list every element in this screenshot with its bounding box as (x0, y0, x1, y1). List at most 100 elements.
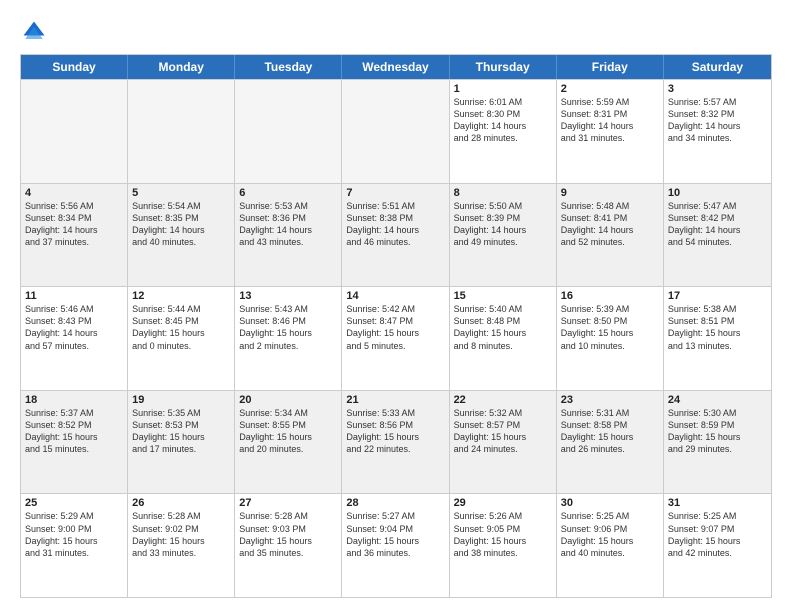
day-number: 22 (454, 394, 552, 406)
calendar-cell-11: 11Sunrise: 5:46 AM Sunset: 8:43 PM Dayli… (21, 287, 128, 390)
cell-info: Sunrise: 5:47 AM Sunset: 8:42 PM Dayligh… (668, 200, 767, 249)
day-number: 21 (346, 394, 444, 406)
calendar-cell-7: 7Sunrise: 5:51 AM Sunset: 8:38 PM Daylig… (342, 184, 449, 287)
calendar-cell-24: 24Sunrise: 5:30 AM Sunset: 8:59 PM Dayli… (664, 391, 771, 494)
day-number: 23 (561, 394, 659, 406)
cell-info: Sunrise: 5:27 AM Sunset: 9:04 PM Dayligh… (346, 510, 444, 559)
cell-info: Sunrise: 5:40 AM Sunset: 8:48 PM Dayligh… (454, 303, 552, 352)
calendar-row-1: 1Sunrise: 6:01 AM Sunset: 8:30 PM Daylig… (21, 79, 771, 183)
calendar-cell-16: 16Sunrise: 5:39 AM Sunset: 8:50 PM Dayli… (557, 287, 664, 390)
cell-info: Sunrise: 5:31 AM Sunset: 8:58 PM Dayligh… (561, 407, 659, 456)
day-number: 25 (25, 497, 123, 509)
calendar-cell-30: 30Sunrise: 5:25 AM Sunset: 9:06 PM Dayli… (557, 494, 664, 597)
calendar-cell-empty-0-0 (21, 80, 128, 183)
calendar-cell-12: 12Sunrise: 5:44 AM Sunset: 8:45 PM Dayli… (128, 287, 235, 390)
day-number: 20 (239, 394, 337, 406)
header-day-thursday: Thursday (450, 55, 557, 79)
cell-info: Sunrise: 5:32 AM Sunset: 8:57 PM Dayligh… (454, 407, 552, 456)
cell-info: Sunrise: 6:01 AM Sunset: 8:30 PM Dayligh… (454, 96, 552, 145)
cell-info: Sunrise: 5:29 AM Sunset: 9:00 PM Dayligh… (25, 510, 123, 559)
cell-info: Sunrise: 5:50 AM Sunset: 8:39 PM Dayligh… (454, 200, 552, 249)
calendar-row-5: 25Sunrise: 5:29 AM Sunset: 9:00 PM Dayli… (21, 493, 771, 597)
calendar-cell-17: 17Sunrise: 5:38 AM Sunset: 8:51 PM Dayli… (664, 287, 771, 390)
day-number: 17 (668, 290, 767, 302)
calendar: SundayMondayTuesdayWednesdayThursdayFrid… (20, 54, 772, 598)
day-number: 5 (132, 187, 230, 199)
calendar-header: SundayMondayTuesdayWednesdayThursdayFrid… (21, 55, 771, 79)
day-number: 31 (668, 497, 767, 509)
cell-info: Sunrise: 5:46 AM Sunset: 8:43 PM Dayligh… (25, 303, 123, 352)
cell-info: Sunrise: 5:33 AM Sunset: 8:56 PM Dayligh… (346, 407, 444, 456)
day-number: 24 (668, 394, 767, 406)
header-day-tuesday: Tuesday (235, 55, 342, 79)
cell-info: Sunrise: 5:35 AM Sunset: 8:53 PM Dayligh… (132, 407, 230, 456)
day-number: 2 (561, 83, 659, 95)
day-number: 15 (454, 290, 552, 302)
cell-info: Sunrise: 5:28 AM Sunset: 9:03 PM Dayligh… (239, 510, 337, 559)
cell-info: Sunrise: 5:53 AM Sunset: 8:36 PM Dayligh… (239, 200, 337, 249)
page: SundayMondayTuesdayWednesdayThursdayFrid… (0, 0, 792, 612)
day-number: 30 (561, 497, 659, 509)
calendar-cell-10: 10Sunrise: 5:47 AM Sunset: 8:42 PM Dayli… (664, 184, 771, 287)
cell-info: Sunrise: 5:43 AM Sunset: 8:46 PM Dayligh… (239, 303, 337, 352)
day-number: 19 (132, 394, 230, 406)
cell-info: Sunrise: 5:30 AM Sunset: 8:59 PM Dayligh… (668, 407, 767, 456)
calendar-cell-3: 3Sunrise: 5:57 AM Sunset: 8:32 PM Daylig… (664, 80, 771, 183)
cell-info: Sunrise: 5:42 AM Sunset: 8:47 PM Dayligh… (346, 303, 444, 352)
calendar-cell-4: 4Sunrise: 5:56 AM Sunset: 8:34 PM Daylig… (21, 184, 128, 287)
calendar-cell-empty-0-1 (128, 80, 235, 183)
calendar-cell-6: 6Sunrise: 5:53 AM Sunset: 8:36 PM Daylig… (235, 184, 342, 287)
day-number: 28 (346, 497, 444, 509)
cell-info: Sunrise: 5:57 AM Sunset: 8:32 PM Dayligh… (668, 96, 767, 145)
cell-info: Sunrise: 5:56 AM Sunset: 8:34 PM Dayligh… (25, 200, 123, 249)
calendar-cell-22: 22Sunrise: 5:32 AM Sunset: 8:57 PM Dayli… (450, 391, 557, 494)
calendar-cell-empty-0-3 (342, 80, 449, 183)
day-number: 7 (346, 187, 444, 199)
calendar-row-2: 4Sunrise: 5:56 AM Sunset: 8:34 PM Daylig… (21, 183, 771, 287)
cell-info: Sunrise: 5:51 AM Sunset: 8:38 PM Dayligh… (346, 200, 444, 249)
calendar-cell-25: 25Sunrise: 5:29 AM Sunset: 9:00 PM Dayli… (21, 494, 128, 597)
header-day-saturday: Saturday (664, 55, 771, 79)
day-number: 29 (454, 497, 552, 509)
header-day-monday: Monday (128, 55, 235, 79)
cell-info: Sunrise: 5:54 AM Sunset: 8:35 PM Dayligh… (132, 200, 230, 249)
logo-icon (20, 18, 48, 46)
header-day-wednesday: Wednesday (342, 55, 449, 79)
day-number: 1 (454, 83, 552, 95)
day-number: 12 (132, 290, 230, 302)
calendar-cell-20: 20Sunrise: 5:34 AM Sunset: 8:55 PM Dayli… (235, 391, 342, 494)
day-number: 9 (561, 187, 659, 199)
cell-info: Sunrise: 5:48 AM Sunset: 8:41 PM Dayligh… (561, 200, 659, 249)
header (20, 18, 772, 46)
calendar-cell-empty-0-2 (235, 80, 342, 183)
day-number: 16 (561, 290, 659, 302)
cell-info: Sunrise: 5:28 AM Sunset: 9:02 PM Dayligh… (132, 510, 230, 559)
day-number: 8 (454, 187, 552, 199)
calendar-cell-14: 14Sunrise: 5:42 AM Sunset: 8:47 PM Dayli… (342, 287, 449, 390)
cell-info: Sunrise: 5:25 AM Sunset: 9:06 PM Dayligh… (561, 510, 659, 559)
calendar-cell-21: 21Sunrise: 5:33 AM Sunset: 8:56 PM Dayli… (342, 391, 449, 494)
cell-info: Sunrise: 5:37 AM Sunset: 8:52 PM Dayligh… (25, 407, 123, 456)
calendar-cell-1: 1Sunrise: 6:01 AM Sunset: 8:30 PM Daylig… (450, 80, 557, 183)
cell-info: Sunrise: 5:34 AM Sunset: 8:55 PM Dayligh… (239, 407, 337, 456)
calendar-cell-31: 31Sunrise: 5:25 AM Sunset: 9:07 PM Dayli… (664, 494, 771, 597)
cell-info: Sunrise: 5:39 AM Sunset: 8:50 PM Dayligh… (561, 303, 659, 352)
calendar-cell-18: 18Sunrise: 5:37 AM Sunset: 8:52 PM Dayli… (21, 391, 128, 494)
day-number: 6 (239, 187, 337, 199)
day-number: 11 (25, 290, 123, 302)
day-number: 14 (346, 290, 444, 302)
header-day-sunday: Sunday (21, 55, 128, 79)
cell-info: Sunrise: 5:44 AM Sunset: 8:45 PM Dayligh… (132, 303, 230, 352)
calendar-cell-26: 26Sunrise: 5:28 AM Sunset: 9:02 PM Dayli… (128, 494, 235, 597)
header-day-friday: Friday (557, 55, 664, 79)
day-number: 3 (668, 83, 767, 95)
calendar-cell-28: 28Sunrise: 5:27 AM Sunset: 9:04 PM Dayli… (342, 494, 449, 597)
day-number: 13 (239, 290, 337, 302)
logo (20, 18, 52, 46)
cell-info: Sunrise: 5:59 AM Sunset: 8:31 PM Dayligh… (561, 96, 659, 145)
calendar-cell-19: 19Sunrise: 5:35 AM Sunset: 8:53 PM Dayli… (128, 391, 235, 494)
calendar-row-3: 11Sunrise: 5:46 AM Sunset: 8:43 PM Dayli… (21, 286, 771, 390)
day-number: 4 (25, 187, 123, 199)
calendar-cell-29: 29Sunrise: 5:26 AM Sunset: 9:05 PM Dayli… (450, 494, 557, 597)
calendar-cell-23: 23Sunrise: 5:31 AM Sunset: 8:58 PM Dayli… (557, 391, 664, 494)
